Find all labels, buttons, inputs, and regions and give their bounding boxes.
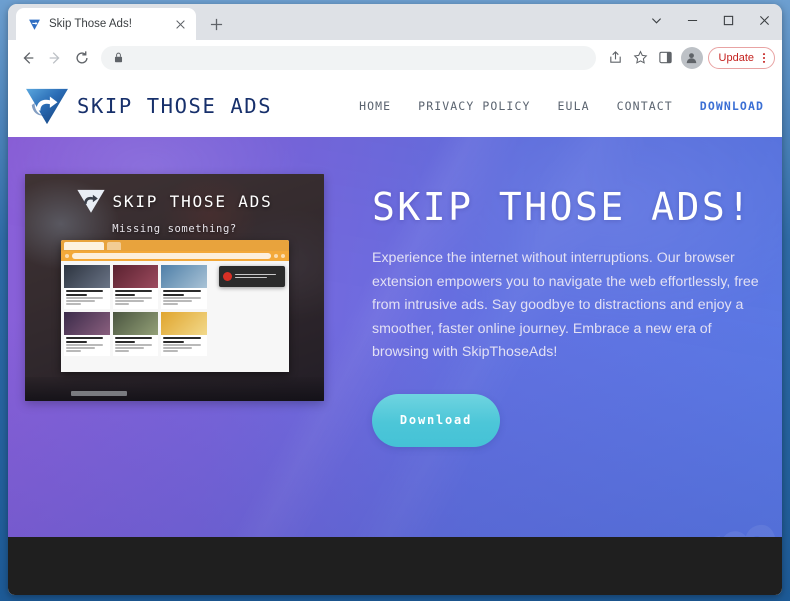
alert-icon (223, 272, 232, 281)
maximize-icon[interactable] (710, 4, 746, 36)
nav-item-download[interactable]: Download (700, 99, 764, 113)
nav-item-contact[interactable]: Contact (617, 99, 673, 113)
browser-window: Skip Those Ads! Update SKIP THOSE ADS HO… (8, 4, 782, 595)
three-dot-menu-icon[interactable] (757, 46, 771, 70)
window-controls (638, 4, 782, 36)
mock-article-card (112, 312, 159, 356)
chevron-down-icon[interactable] (638, 4, 674, 36)
hero-copy: SKIP THOSE ADS! Experience the internet … (372, 174, 772, 447)
desktop-background: Skip Those Ads! Update SKIP THOSE ADS HO… (0, 0, 790, 601)
nav-item-privacy-policy[interactable]: Privacy Policy (418, 99, 530, 113)
site-nav: Home Privacy Policy EULA Contact Downloa… (359, 99, 764, 113)
side-panel-icon[interactable] (654, 46, 678, 70)
download-button[interactable]: Download (372, 393, 500, 447)
profile-avatar-icon[interactable] (680, 46, 703, 69)
lock-icon[interactable] (113, 52, 124, 63)
close-icon[interactable] (746, 4, 782, 36)
address-bar[interactable] (101, 45, 596, 70)
mock-url-field (72, 253, 271, 259)
mock-nav-dot (65, 254, 69, 258)
mock-card-image (64, 265, 110, 288)
hero-section: risk.com S (8, 137, 782, 537)
mock-notification-toast (219, 266, 285, 287)
nav-item-home[interactable]: Home (359, 99, 391, 113)
mock-article-card (64, 312, 110, 356)
mock-article-grid (64, 265, 207, 356)
tab-title: Skip Those Ads! (49, 18, 132, 30)
mock-card-image (161, 312, 207, 335)
mock-card-image (161, 265, 207, 288)
hero-title: SKIP THOSE ADS! (372, 185, 753, 229)
skip-those-ads-triangle-logo-white (76, 188, 106, 214)
promo-image: SKIP THOSE ADS Missing something? (25, 174, 324, 401)
site-brand[interactable]: SKIP THOSE ADS (24, 86, 272, 126)
mock-tab (107, 241, 121, 250)
close-icon[interactable] (172, 16, 188, 32)
promo-brand-name: SKIP THOSE ADS (112, 191, 273, 211)
skip-those-ads-triangle-favicon (27, 17, 41, 31)
arrow-right-icon[interactable] (42, 45, 68, 71)
page-viewport: SKIP THOSE ADS Home Privacy Policy EULA … (8, 75, 782, 595)
nav-item-eula[interactable]: EULA (558, 99, 590, 113)
promo-inner-browser-mock (61, 240, 289, 372)
mock-tab-strip (61, 240, 289, 251)
browser-toolbar: Update (8, 40, 782, 75)
mock-nav-dot (281, 254, 285, 258)
mock-article-card (112, 265, 159, 309)
browser-tab-active[interactable]: Skip Those Ads! (16, 8, 196, 40)
update-button[interactable]: Update (707, 46, 775, 70)
mock-article-card (161, 312, 207, 356)
mock-address-bar (61, 251, 289, 261)
mock-card-image (112, 312, 159, 335)
mock-page-body (61, 261, 289, 372)
star-icon[interactable] (629, 46, 653, 70)
tab-strip: Skip Those Ads! (8, 4, 782, 40)
promo-tagline: Missing something? (112, 223, 237, 235)
mock-nav-dot (274, 254, 278, 258)
mock-article-card (64, 265, 110, 309)
promo-bottom-badge (71, 391, 127, 396)
update-label: Update (718, 51, 754, 64)
plus-icon[interactable] (202, 10, 230, 38)
hero-description: Experience the internet without interrup… (372, 250, 759, 360)
promo-bottom-shade (25, 377, 324, 401)
promo-header: SKIP THOSE ADS Missing something? (25, 188, 324, 235)
share-icon[interactable] (604, 46, 628, 70)
skip-those-ads-triangle-logo (24, 86, 70, 126)
minimize-icon[interactable] (674, 4, 710, 36)
mock-article-card (161, 265, 207, 309)
mock-card-image (64, 312, 110, 335)
brand-name: SKIP THOSE ADS (77, 94, 273, 118)
mock-card-image (112, 265, 159, 288)
site-header: SKIP THOSE ADS Home Privacy Policy EULA … (8, 75, 782, 137)
reload-icon[interactable] (69, 45, 95, 71)
arrow-left-icon[interactable] (15, 45, 41, 71)
mock-tab (64, 241, 104, 250)
site-footer (8, 537, 782, 595)
